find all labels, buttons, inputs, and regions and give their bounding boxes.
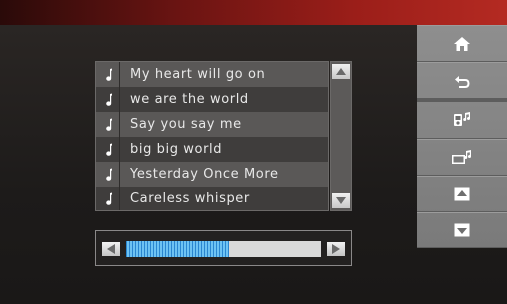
page-down-button[interactable] (417, 212, 507, 248)
page-down-icon (454, 223, 470, 237)
back-icon (455, 75, 470, 88)
arrow-up-icon (336, 68, 346, 75)
back-button[interactable] (417, 62, 507, 99)
song-title: Say you say me (130, 117, 242, 132)
music-note-icon (105, 168, 112, 181)
playlist: My heart will go on we are the world Say… (95, 61, 329, 211)
progress-fill (126, 241, 230, 257)
progress-control (95, 230, 352, 266)
song-title: we are the world (130, 92, 249, 107)
list-item[interactable]: we are the world (96, 87, 328, 112)
music-card-icon (452, 149, 471, 164)
music-note-icon (105, 143, 112, 156)
music-note-icon (105, 68, 112, 81)
arrow-down-icon (336, 197, 346, 204)
music-note-icon (105, 93, 112, 106)
progress-track[interactable] (126, 241, 321, 257)
list-item[interactable]: big big world (96, 137, 328, 162)
rewind-button[interactable] (102, 242, 120, 256)
music-note-icon (105, 118, 112, 131)
song-title: Careless whisper (130, 191, 250, 206)
home-icon (454, 36, 470, 51)
list-item[interactable]: Say you say me (96, 112, 328, 137)
arrow-right-icon (332, 244, 340, 254)
scroll-up-button[interactable] (332, 64, 350, 79)
song-title: My heart will go on (130, 67, 266, 82)
music-device-icon (454, 112, 470, 126)
list-item[interactable]: Yesterday Once More (96, 162, 328, 187)
song-title: big big world (130, 142, 223, 157)
arrow-left-icon (107, 244, 115, 254)
home-button[interactable] (417, 25, 507, 62)
card-music-button[interactable] (417, 139, 507, 176)
device-music-button[interactable] (417, 99, 507, 139)
list-item[interactable]: My heart will go on (96, 62, 328, 87)
list-item[interactable]: Careless whisper (96, 187, 328, 210)
song-title: Yesterday Once More (130, 167, 279, 182)
page-up-button[interactable] (417, 176, 507, 212)
music-note-icon (105, 192, 112, 205)
title-bar (0, 0, 507, 25)
forward-button[interactable] (327, 242, 345, 256)
playlist-scrollbar[interactable] (330, 61, 352, 211)
scroll-down-button[interactable] (332, 193, 350, 208)
page-up-icon (454, 187, 470, 201)
